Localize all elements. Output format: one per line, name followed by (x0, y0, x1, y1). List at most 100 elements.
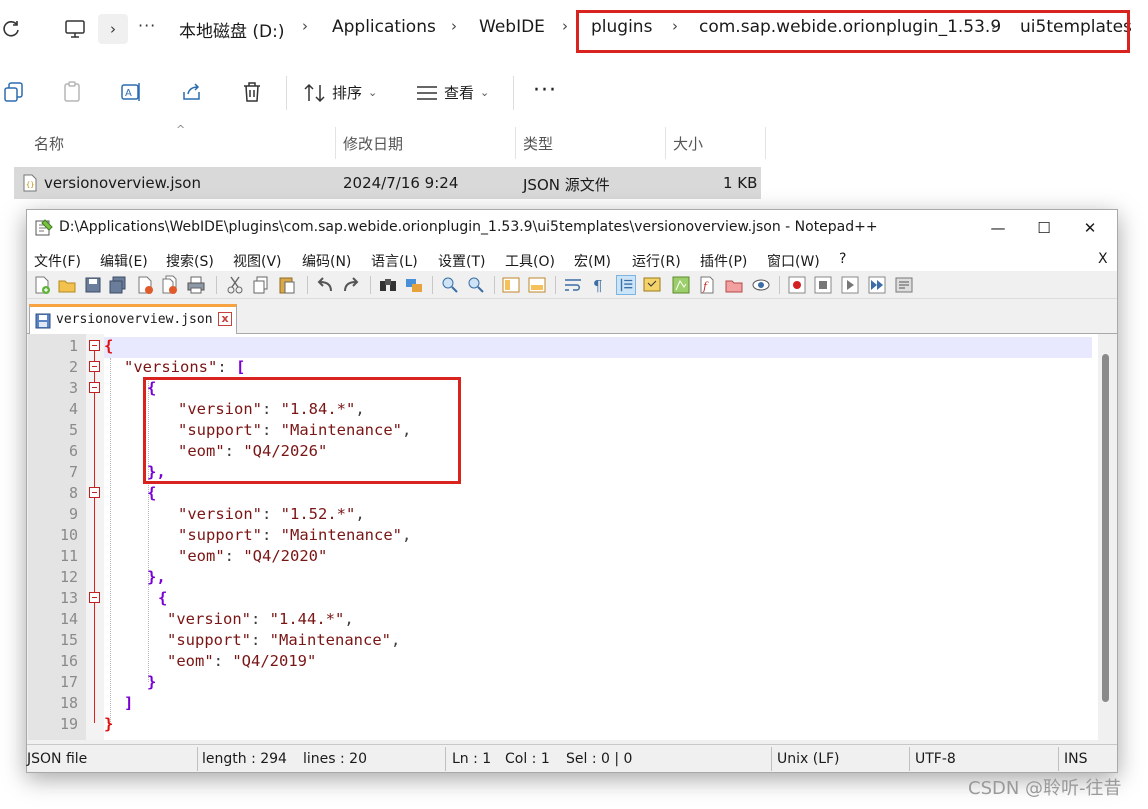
status-divider (771, 747, 772, 771)
undo-icon[interactable] (315, 275, 335, 295)
breadcrumb-local-disk[interactable]: 本地磁盘 (D:) (179, 17, 285, 42)
title-bar[interactable]: D:\Applications\WebIDE\plugins\com.sap.w… (27, 210, 1117, 246)
menu-run[interactable]: 运行(R) (632, 251, 681, 271)
monitoring-icon[interactable] (751, 275, 771, 295)
tab-label: versionoverview.json (56, 312, 213, 327)
menu-file[interactable]: 文件(F) (34, 251, 81, 271)
column-header-type[interactable]: 类型 (523, 127, 553, 159)
close-file-icon[interactable] (135, 275, 155, 295)
breadcrumb-applications[interactable]: Applications (332, 17, 436, 37)
replace-icon[interactable] (404, 275, 424, 295)
menu-help[interactable]: ? (839, 251, 846, 267)
sync-horizontal-icon[interactable] (527, 275, 547, 295)
chevron-down-icon: ⌄ (480, 86, 490, 99)
code-token: } (104, 715, 114, 733)
redo-icon[interactable] (341, 275, 361, 295)
saved-file-icon (35, 313, 51, 329)
menu-encoding[interactable]: 编码(N) (302, 251, 351, 271)
fold-toggle-icon[interactable] (89, 340, 100, 351)
show-all-characters-icon[interactable]: ¶ (589, 275, 609, 295)
breadcrumb-webide[interactable]: WebIDE (479, 17, 545, 37)
hidden-crumbs-button[interactable]: ··· (138, 16, 156, 35)
chevron-right-icon[interactable]: › (562, 17, 568, 35)
save-macro-icon[interactable] (894, 275, 914, 295)
paste-icon[interactable] (60, 80, 84, 104)
open-file-icon[interactable] (57, 275, 77, 295)
chevron-right-icon[interactable]: › (302, 17, 308, 35)
menu-window[interactable]: 窗口(W) (767, 251, 820, 271)
zoom-in-icon[interactable] (440, 275, 460, 295)
cut-icon[interactable] (225, 275, 245, 295)
play-macro-icon[interactable] (840, 275, 860, 295)
save-icon[interactable] (83, 275, 103, 295)
new-file-icon[interactable] (32, 275, 52, 295)
rename-icon[interactable]: A (119, 80, 143, 104)
run-macro-multiple-icon[interactable] (867, 275, 887, 295)
menu-search[interactable]: 搜索(S) (166, 251, 214, 271)
find-icon[interactable] (378, 275, 398, 295)
chevron-right-icon[interactable]: › (98, 14, 128, 44)
save-all-icon[interactable] (108, 275, 128, 295)
fold-toggle-icon[interactable] (89, 361, 100, 372)
folder-as-workspace-icon[interactable] (724, 275, 744, 295)
vertical-scrollbar[interactable] (1098, 334, 1116, 740)
paste-icon[interactable] (277, 275, 297, 295)
column-divider[interactable] (765, 127, 766, 159)
this-pc-icon[interactable] (60, 14, 90, 44)
toolbar-separator (370, 276, 371, 294)
column-divider[interactable] (515, 127, 516, 159)
menu-edit[interactable]: 编辑(E) (100, 251, 148, 271)
status-eol: Unix (LF) (777, 751, 840, 767)
user-defined-language-icon[interactable] (642, 275, 662, 295)
tab-close-button[interactable]: x (218, 312, 232, 326)
indent-guide-icon[interactable] (616, 275, 636, 295)
menu-plugins[interactable]: 插件(P) (700, 251, 747, 271)
sort-button[interactable]: 排序 ⌄ (304, 82, 377, 103)
column-divider[interactable] (665, 127, 666, 159)
share-icon[interactable] (180, 80, 204, 104)
close-document-button[interactable]: X (1098, 251, 1108, 267)
code-editor[interactable]: 1 2 3 4 5 6 7 8 9 10 11 12 13 14 15 16 1… (28, 334, 1116, 740)
copy-path-icon[interactable] (2, 80, 26, 104)
status-selection: Sel : 0 | 0 (566, 751, 633, 767)
stop-macro-icon[interactable] (813, 275, 833, 295)
refresh-icon[interactable] (0, 18, 22, 40)
sync-vertical-icon[interactable] (501, 275, 521, 295)
delete-icon[interactable] (240, 80, 264, 104)
code-line: "eom": "Q4/2020" (178, 547, 327, 565)
close-all-icon[interactable] (160, 275, 180, 295)
column-divider[interactable] (335, 127, 336, 159)
tab-versionoverview-json[interactable]: versionoverview.json x (29, 304, 237, 334)
close-button[interactable]: ✕ (1067, 210, 1113, 246)
code-line: { (147, 484, 156, 502)
fold-toggle-icon[interactable] (89, 382, 100, 393)
svg-text:¶: ¶ (593, 277, 603, 295)
menu-language[interactable]: 语言(L) (371, 251, 418, 271)
menu-macro[interactable]: 宏(M) (574, 251, 611, 271)
menu-settings[interactable]: 设置(T) (438, 251, 485, 271)
more-options-button[interactable]: ··· (533, 80, 557, 102)
record-macro-icon[interactable] (787, 275, 807, 295)
toolbar-divider (513, 76, 514, 110)
annotation-highlight-box (576, 10, 1130, 53)
column-header-date[interactable]: 修改日期 (343, 127, 403, 159)
column-header-name[interactable]: 名称 (34, 127, 64, 159)
fold-toggle-icon[interactable] (89, 487, 100, 498)
function-list-icon[interactable]: f (697, 275, 717, 295)
indent-guide (110, 358, 111, 724)
copy-icon[interactable] (251, 275, 271, 295)
scrollbar-thumb[interactable] (1102, 354, 1109, 702)
print-icon[interactable] (186, 275, 206, 295)
chevron-right-icon[interactable]: › (451, 17, 457, 35)
fold-toggle-icon[interactable] (89, 592, 100, 603)
file-name[interactable]: versionoverview.json (44, 174, 201, 192)
view-button[interactable]: 查看 ⌄ (416, 82, 489, 103)
zoom-out-icon[interactable] (466, 275, 486, 295)
document-map-icon[interactable] (671, 275, 691, 295)
word-wrap-icon[interactable] (563, 275, 583, 295)
column-header-size[interactable]: 大小 (673, 127, 703, 159)
minimize-button[interactable]: — (975, 210, 1021, 246)
maximize-button[interactable]: ☐ (1021, 210, 1067, 246)
menu-tools[interactable]: 工具(O) (505, 251, 555, 271)
menu-view[interactable]: 视图(V) (233, 251, 282, 271)
